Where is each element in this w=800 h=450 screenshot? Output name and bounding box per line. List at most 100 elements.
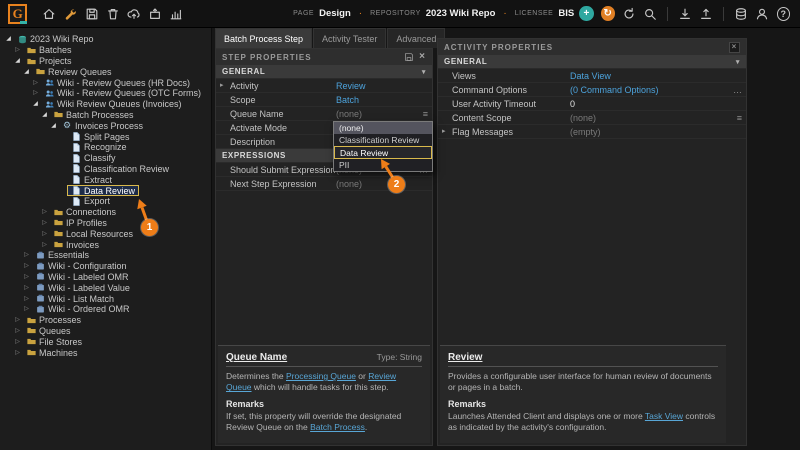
stats-icon[interactable] bbox=[167, 4, 185, 23]
expand-arrow-icon[interactable]: ▷ bbox=[13, 328, 22, 334]
property-value[interactable]: Review bbox=[336, 81, 428, 91]
export-icon[interactable] bbox=[146, 4, 164, 23]
save-properties-icon[interactable] bbox=[404, 52, 414, 62]
tree-item-classification-review[interactable]: Classification Review bbox=[0, 164, 211, 175]
expand-arrow-icon[interactable]: ▷ bbox=[22, 306, 31, 312]
connections-icon[interactable] bbox=[732, 4, 750, 23]
property-value[interactable]: 0 bbox=[570, 99, 742, 109]
property-value[interactable]: (empty) bbox=[570, 127, 742, 137]
chevron-down-icon[interactable]: ▾ bbox=[422, 68, 426, 76]
tree-item-projects[interactable]: ◢Projects bbox=[0, 56, 211, 67]
add-circle-icon[interactable]: + bbox=[579, 6, 593, 21]
tree-item-machines[interactable]: ▷Machines bbox=[0, 347, 211, 358]
tree-item-recognize[interactable]: Recognize bbox=[0, 142, 211, 153]
close-panel-icon[interactable]: × bbox=[419, 52, 426, 62]
tree-item-ip-profiles[interactable]: ▷IP Profiles bbox=[0, 218, 211, 229]
save-icon[interactable] bbox=[83, 4, 101, 23]
expand-arrow-icon[interactable]: ▷ bbox=[13, 47, 22, 53]
activity-row-user-activity-timeout[interactable]: User Activity Timeout0 bbox=[438, 97, 746, 111]
tree-item-connections[interactable]: ▷Connections bbox=[0, 207, 211, 218]
delete-icon[interactable] bbox=[104, 4, 122, 23]
chevron-down-icon[interactable]: ▾ bbox=[736, 58, 740, 66]
menu-icon[interactable]: ≡ bbox=[415, 109, 428, 119]
tree-item-classify[interactable]: Classify bbox=[0, 153, 211, 164]
dropdown-option-classification-review[interactable]: Classification Review bbox=[334, 134, 432, 146]
search-icon[interactable] bbox=[641, 4, 659, 23]
collapse-arrow-icon[interactable]: ◢ bbox=[40, 112, 49, 118]
tree-item-wiki-review-queues-invoices[interactable]: ◢Wiki Review Queues (Invoices) bbox=[0, 99, 211, 110]
help-icon[interactable]: ? bbox=[777, 7, 790, 21]
expand-property-icon[interactable]: ▸ bbox=[442, 128, 452, 135]
tab-activity-tester[interactable]: Activity Tester bbox=[313, 28, 386, 48]
expand-arrow-icon[interactable]: ▷ bbox=[31, 80, 40, 86]
refresh-icon[interactable] bbox=[620, 4, 638, 23]
tree-item-wiki-review-queues-hr-docs[interactable]: ▷Wiki - Review Queues (HR Docs) bbox=[0, 77, 211, 88]
tree-item-invoices[interactable]: ▷Invoices bbox=[0, 239, 211, 250]
cloud-upload-icon[interactable] bbox=[125, 4, 143, 23]
tree-item-wiki-configuration[interactable]: ▷Wiki - Configuration bbox=[0, 261, 211, 272]
tab-batch-process-step[interactable]: Batch Process Step bbox=[215, 28, 312, 48]
help-link-batch-process[interactable]: Batch Process bbox=[310, 422, 365, 432]
help-link-processing-queue[interactable]: Processing Queue bbox=[286, 371, 356, 381]
tree-item-invoices-process[interactable]: ◢⚙Invoices Process bbox=[0, 120, 211, 131]
redo-circle-icon[interactable]: ↻ bbox=[601, 6, 615, 21]
tree-item-extract[interactable]: Extract bbox=[0, 174, 211, 185]
property-value[interactable]: (none) bbox=[570, 113, 729, 123]
expand-arrow-icon[interactable]: ▷ bbox=[40, 242, 49, 248]
help-title-link[interactable]: Queue Name bbox=[226, 352, 287, 363]
property-value[interactable]: Data View bbox=[570, 71, 742, 81]
expand-arrow-icon[interactable]: ▷ bbox=[13, 317, 22, 323]
step-row-activity[interactable]: ▸ActivityReview bbox=[216, 79, 432, 93]
tree-item-file-stores[interactable]: ▷File Stores bbox=[0, 336, 211, 347]
expand-arrow-icon[interactable]: ▷ bbox=[40, 209, 49, 215]
property-value[interactable]: (0 Command Options) bbox=[570, 85, 729, 95]
tree-item-data-review[interactable]: Data Review bbox=[0, 185, 211, 196]
user-icon[interactable] bbox=[753, 4, 771, 23]
expand-arrow-icon[interactable]: ▷ bbox=[13, 350, 22, 356]
dropdown-option-none[interactable]: (none) bbox=[334, 122, 432, 134]
menu-icon[interactable]: ≡ bbox=[729, 113, 742, 123]
tree-item-processes[interactable]: ▷Processes bbox=[0, 315, 211, 326]
collapse-arrow-icon[interactable]: ◢ bbox=[49, 123, 58, 129]
expand-arrow-icon[interactable]: ▷ bbox=[22, 296, 31, 302]
tree-item-split-pages[interactable]: Split Pages bbox=[0, 131, 211, 142]
collapse-arrow-icon[interactable]: ◢ bbox=[13, 58, 22, 64]
tree-item-export[interactable]: Export bbox=[0, 196, 211, 207]
tree-item-batches[interactable]: ▷Batches bbox=[0, 45, 211, 56]
property-value[interactable]: Batch bbox=[336, 95, 428, 105]
tree-item-batch-processes[interactable]: ◢Batch Processes bbox=[0, 110, 211, 121]
expand-property-icon[interactable]: ▸ bbox=[220, 82, 230, 89]
activity-section-general[interactable]: GENERAL▾ bbox=[438, 55, 746, 69]
expand-arrow-icon[interactable]: ▷ bbox=[31, 90, 40, 96]
upload-icon[interactable] bbox=[697, 4, 715, 23]
collapse-arrow-icon[interactable]: ◢ bbox=[22, 69, 31, 75]
tree-item-local-resources[interactable]: ▷Local Resources bbox=[0, 228, 211, 239]
help-title-link[interactable]: Review bbox=[448, 352, 482, 363]
step-row-queue-name[interactable]: Queue Name(none)≡ bbox=[216, 107, 432, 121]
home-icon[interactable] bbox=[40, 4, 58, 23]
tree-item-queues[interactable]: ▷Queues bbox=[0, 326, 211, 337]
collapse-arrow-icon[interactable]: ◢ bbox=[31, 101, 40, 107]
help-link-task-view[interactable]: Task View bbox=[645, 411, 683, 421]
tree-item-wiki-labeled-omr[interactable]: ▷Wiki - Labeled OMR bbox=[0, 272, 211, 283]
activity-row-content-scope[interactable]: Content Scope(none)≡ bbox=[438, 111, 746, 125]
download-icon[interactable] bbox=[676, 4, 694, 23]
tree-item-essentials[interactable]: ▷Essentials bbox=[0, 250, 211, 261]
page-value[interactable]: Design bbox=[319, 8, 351, 19]
tree-item-wiki-labeled-value[interactable]: ▷Wiki - Labeled Value bbox=[0, 282, 211, 293]
activity-row-flag-messages[interactable]: ▸Flag Messages(empty) bbox=[438, 125, 746, 139]
collapse-panel-icon[interactable]: × bbox=[729, 42, 740, 53]
activity-row-command-options[interactable]: Command Options(0 Command Options)… bbox=[438, 83, 746, 97]
property-value[interactable]: (none) bbox=[336, 109, 415, 119]
tree-item-review-queues[interactable]: ◢Review Queues bbox=[0, 66, 211, 77]
ellipsis-icon[interactable]: … bbox=[729, 85, 742, 95]
expand-arrow-icon[interactable]: ▷ bbox=[40, 220, 49, 226]
expand-arrow-icon[interactable]: ▷ bbox=[22, 263, 31, 269]
expand-arrow-icon[interactable]: ▷ bbox=[22, 285, 31, 291]
collapse-arrow-icon[interactable]: ◢ bbox=[4, 36, 13, 42]
expand-arrow-icon[interactable]: ▷ bbox=[13, 339, 22, 345]
tree-item-wiki-list-match[interactable]: ▷Wiki - List Match bbox=[0, 293, 211, 304]
expand-arrow-icon[interactable]: ▷ bbox=[22, 274, 31, 280]
tree-item-wiki-ordered-omr[interactable]: ▷Wiki - Ordered OMR bbox=[0, 304, 211, 315]
tree-item-wiki-review-queues-otc-forms[interactable]: ▷Wiki - Review Queues (OTC Forms) bbox=[0, 88, 211, 99]
